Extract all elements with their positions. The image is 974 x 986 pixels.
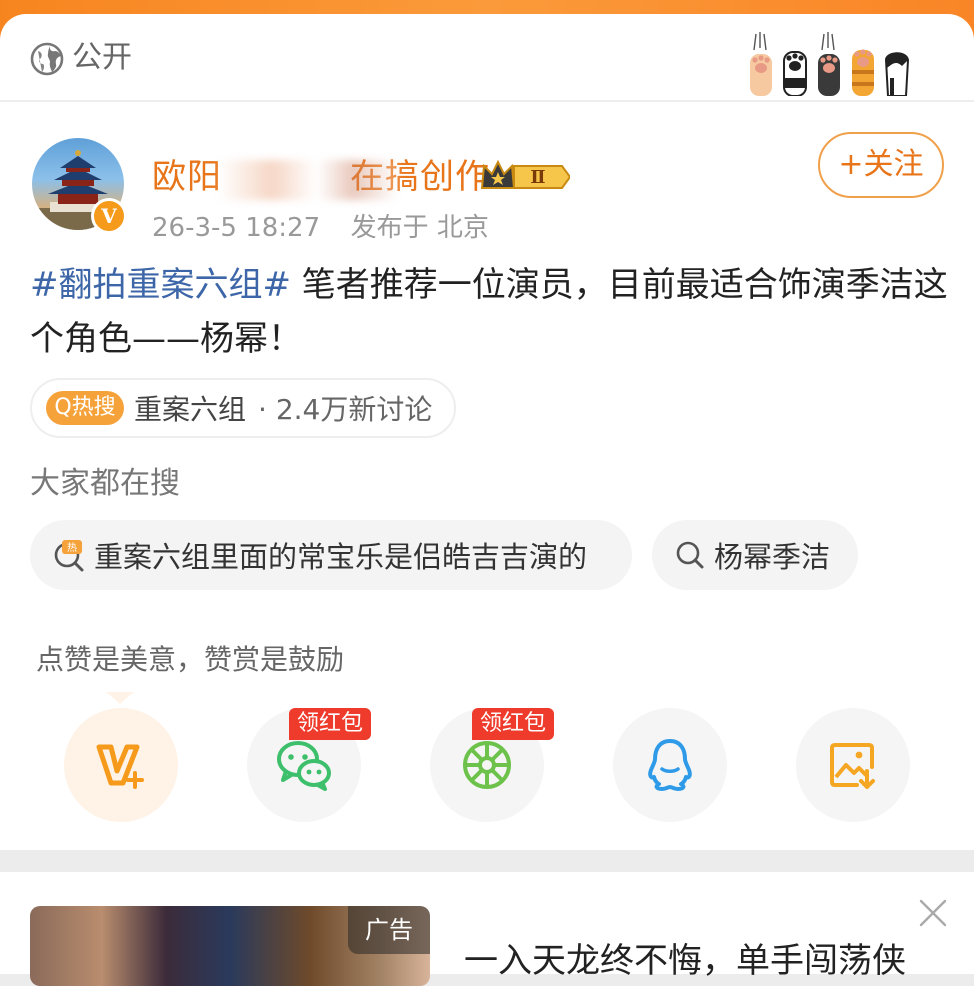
hot-search-icon: 热 — [54, 540, 84, 572]
ad-card[interactable]: 广告 一入天龙终不悔，单手闯荡侠 — [0, 872, 974, 986]
search-chip[interactable]: 杨幂季洁 — [652, 520, 858, 590]
search-chip-text: 杨幂季洁 — [714, 540, 831, 574]
tip-arrow — [106, 692, 134, 704]
svg-text:热: 热 — [67, 541, 77, 554]
reward-icon — [96, 744, 144, 789]
post-body: #翻拍重案六组# 笔者推荐一位演员，目前最适合饰演季洁这个角色——杨幂！ — [30, 258, 950, 366]
verified-badge: V — [91, 198, 127, 234]
post-hashtag[interactable]: #翻拍重案六组# — [30, 265, 291, 305]
name-redaction-mask — [218, 160, 398, 200]
save-image-button[interactable] — [796, 708, 910, 822]
post-location: 发布于 北京 — [350, 213, 489, 243]
search-chip-text: 重案六组里面的常宝乐是侣皓吉吉演的 — [94, 540, 588, 574]
search-chip[interactable]: 热 重案六组里面的常宝乐是侣皓吉吉演的 — [30, 520, 632, 590]
visibility-bar: 公开 — [0, 14, 974, 102]
vip-crown-badge[interactable]: Ⅱ — [480, 160, 570, 194]
close-icon[interactable] — [918, 898, 948, 928]
hot-search-count: · 2.4万新讨论 — [258, 393, 433, 426]
ad-label: 广告 — [348, 906, 430, 954]
vip-level: Ⅱ — [530, 167, 545, 188]
share-sheet: 公开 V 欧阳 在搞创作 Ⅱ 26-3-5 18:27 发布于 北京 +关注 #… — [0, 14, 974, 850]
wechat-icon — [277, 741, 331, 791]
hot-search-topic: 重案六组 — [134, 393, 247, 426]
hot-search-badge: Q热搜 — [46, 391, 124, 425]
qq-icon — [648, 739, 692, 791]
hot-search-pill[interactable]: Q热搜 重案六组 · 2.4万新讨论 — [30, 378, 457, 438]
author-name-head: 欧阳 — [152, 157, 222, 197]
reward-button[interactable] — [64, 708, 178, 822]
red-packet-tag: 领红包 — [289, 708, 372, 740]
ad-title[interactable]: 一入天龙终不悔，单手闯荡侠 — [464, 938, 906, 984]
search-icon — [676, 541, 704, 569]
visibility-label[interactable]: 公开 — [72, 38, 132, 78]
moments-icon — [463, 741, 511, 789]
red-packet-tag: 领红包 — [472, 708, 555, 740]
people-searching-heading: 大家都在搜 — [30, 466, 180, 501]
post-meta: 26-3-5 18:27 发布于 北京 — [152, 210, 489, 246]
cat-paws-decoration — [750, 32, 910, 96]
reward-tip: 点赞是美意，赞赏是鼓励 — [36, 643, 345, 676]
qq-share-button[interactable] — [613, 708, 727, 822]
post-time: 26-3-5 18:27 — [152, 213, 321, 243]
globe-icon — [30, 42, 64, 76]
follow-button[interactable]: +关注 — [818, 132, 944, 198]
save-image-icon — [830, 743, 875, 789]
